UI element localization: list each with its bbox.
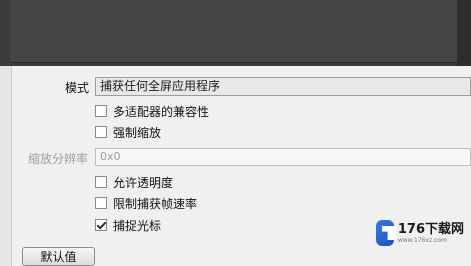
preview-canvas <box>10 0 457 63</box>
capture-cursor-option[interactable]: 捕捉光标 <box>95 217 161 233</box>
mode-label: 模式 <box>65 81 90 95</box>
allow-transparency-option[interactable]: 允许透明度 <box>95 174 173 190</box>
watermark-logo-icon <box>376 220 394 246</box>
allow-transparency-checkbox[interactable] <box>95 176 107 188</box>
left-panel-edge <box>0 66 12 266</box>
watermark-title: 176下载网 <box>397 221 464 237</box>
scale-resolution-field[interactable]: 0x0 <box>95 148 471 166</box>
preview-area <box>0 0 471 66</box>
defaults-button[interactable]: 默认值 <box>22 247 95 266</box>
preview-edge <box>457 0 471 66</box>
force-scale-checkbox[interactable] <box>95 126 107 138</box>
scale-resolution-label: 缩放分辨率 <box>28 152 89 166</box>
watermark-url: www.176xz.com <box>397 236 447 244</box>
multi-adapter-option[interactable]: 多适配器的兼容性 <box>95 103 209 119</box>
capture-cursor-label: 捕捉光标 <box>113 218 162 233</box>
capture-cursor-checkbox[interactable] <box>95 219 107 231</box>
allow-transparency-label: 允许透明度 <box>113 175 174 190</box>
limit-framerate-option[interactable]: 限制捕获帧速率 <box>95 195 197 211</box>
limit-framerate-label: 限制捕获帧速率 <box>113 196 198 211</box>
multi-adapter-checkbox[interactable] <box>95 105 107 117</box>
force-scale-option[interactable]: 强制缩放 <box>95 124 161 140</box>
mode-select[interactable]: 捕获任何全屏应用程序 <box>95 77 471 96</box>
force-scale-label: 强制缩放 <box>113 125 162 140</box>
mode-select-value: 捕获任何全屏应用程序 <box>100 79 221 93</box>
scale-resolution-value: 0x0 <box>100 150 121 163</box>
multi-adapter-label: 多适配器的兼容性 <box>113 104 210 119</box>
limit-framerate-checkbox[interactable] <box>95 197 107 209</box>
site-watermark: 176下载网 www.176xz.com <box>376 219 464 247</box>
